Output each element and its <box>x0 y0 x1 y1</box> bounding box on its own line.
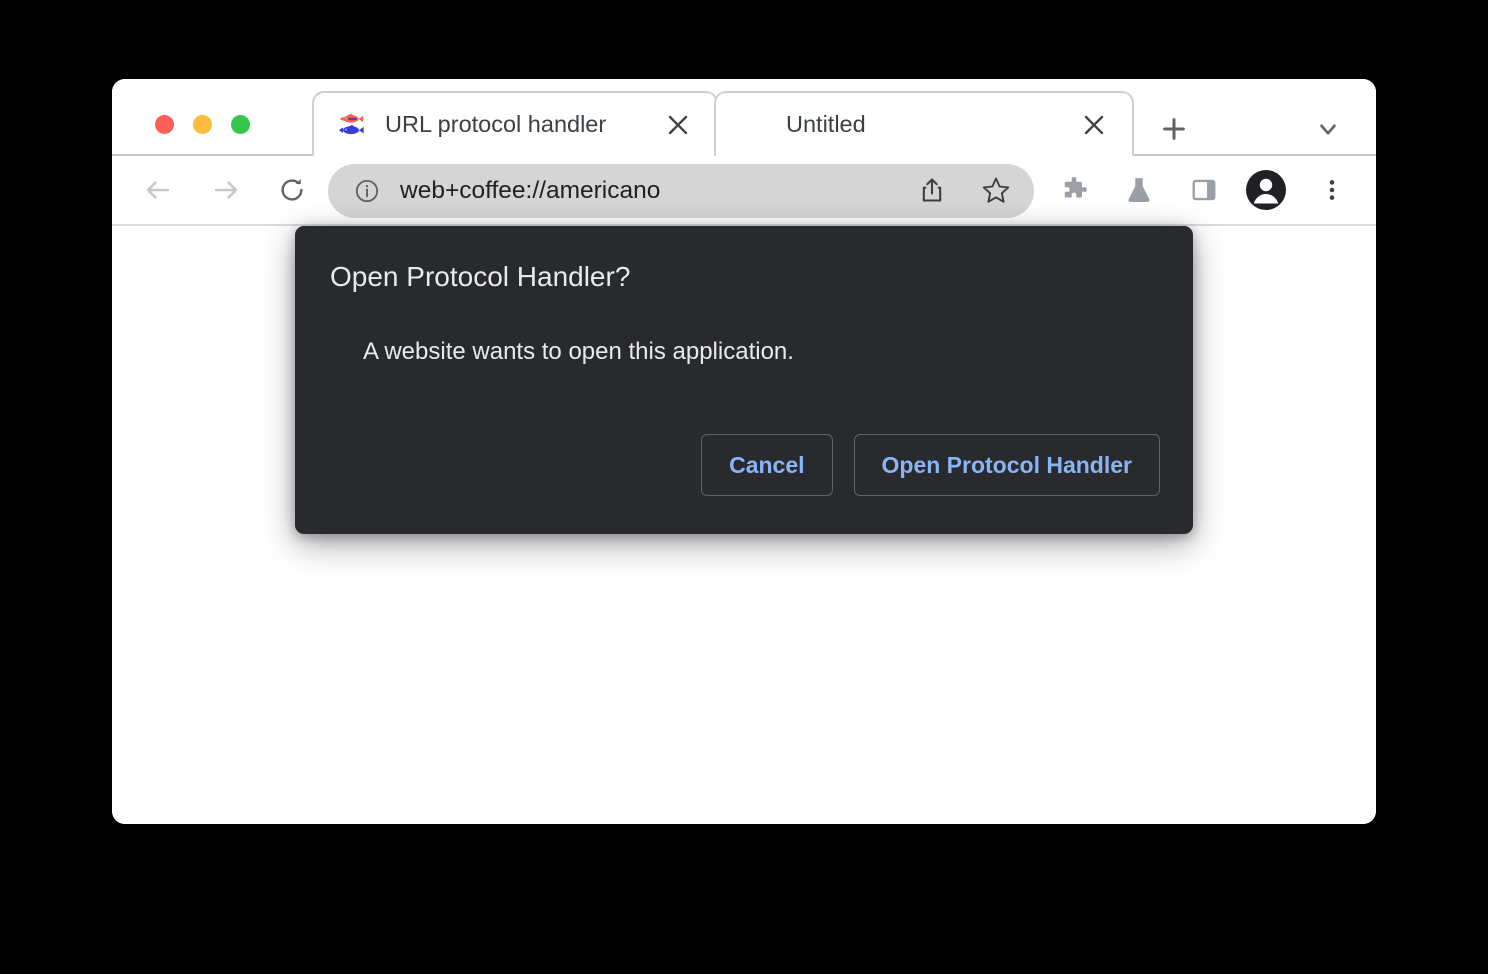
back-button[interactable] <box>136 168 180 212</box>
tropical-fish-icon <box>338 113 364 134</box>
dialog-title: Open Protocol Handler? <box>330 261 631 292</box>
close-icon <box>668 115 688 134</box>
reload-button[interactable] <box>270 168 314 212</box>
window-close-button[interactable] <box>155 115 174 134</box>
menu-button[interactable] <box>1310 168 1354 212</box>
share-icon <box>922 178 942 202</box>
side-panel-button[interactable] <box>1182 168 1226 212</box>
bookmark-button[interactable] <box>974 168 1018 212</box>
window-minimize-button[interactable] <box>193 115 212 134</box>
tab-close-button[interactable] <box>1074 105 1114 145</box>
open-protocol-handler-dialog: Open Protocol Handler? A website wants t… <box>295 226 1193 534</box>
tab-title: Untitled <box>786 111 866 137</box>
desktop-backdrop: URL protocol handler Untitled web+coffee… <box>0 0 1488 974</box>
chevron-down-icon <box>1320 124 1336 135</box>
back-arrow-icon <box>146 181 170 199</box>
share-button[interactable] <box>910 168 954 212</box>
close-icon <box>1084 115 1104 134</box>
avatar-icon <box>1246 170 1286 210</box>
forward-arrow-icon <box>214 181 238 199</box>
new-tab-button[interactable] <box>1154 109 1194 149</box>
tab-title: URL protocol handler <box>385 111 607 137</box>
star-icon <box>982 177 1010 203</box>
dialog-message: A website wants to open this application… <box>363 338 794 365</box>
labs-button[interactable] <box>1117 168 1161 212</box>
cancel-button[interactable]: Cancel <box>701 434 833 496</box>
flask-icon <box>1128 178 1150 203</box>
three-dot-menu-icon <box>1329 180 1335 200</box>
info-circle-icon[interactable] <box>354 178 380 204</box>
plus-icon <box>1163 118 1185 140</box>
browser-toolbar: web+coffee://americano <box>112 156 1376 226</box>
tab-url-protocol-handler[interactable]: URL protocol handler <box>312 91 718 156</box>
extensions-button[interactable] <box>1052 168 1096 212</box>
browser-window: URL protocol handler Untitled web+coffee… <box>112 79 1376 824</box>
side-panel-icon <box>1192 179 1216 201</box>
tab-untitled[interactable]: Untitled <box>714 91 1134 156</box>
dialog-button-row: Cancel Open Protocol Handler <box>701 434 1160 496</box>
window-traffic-lights <box>155 115 250 134</box>
tab-search-button[interactable] <box>1308 109 1348 149</box>
tab-close-button[interactable] <box>658 105 698 145</box>
puzzle-piece-icon <box>1064 176 1087 198</box>
page-content-area: Open Protocol Handler? A website wants t… <box>112 226 1376 824</box>
profile-button[interactable] <box>1244 168 1288 212</box>
tab-strip: URL protocol handler Untitled <box>112 79 1376 156</box>
forward-button[interactable] <box>204 168 248 212</box>
window-maximize-button[interactable] <box>231 115 250 134</box>
open-protocol-handler-button[interactable]: Open Protocol Handler <box>853 434 1160 496</box>
omnibox-url-text: web+coffee://americano <box>400 177 661 204</box>
reload-icon <box>281 179 303 201</box>
